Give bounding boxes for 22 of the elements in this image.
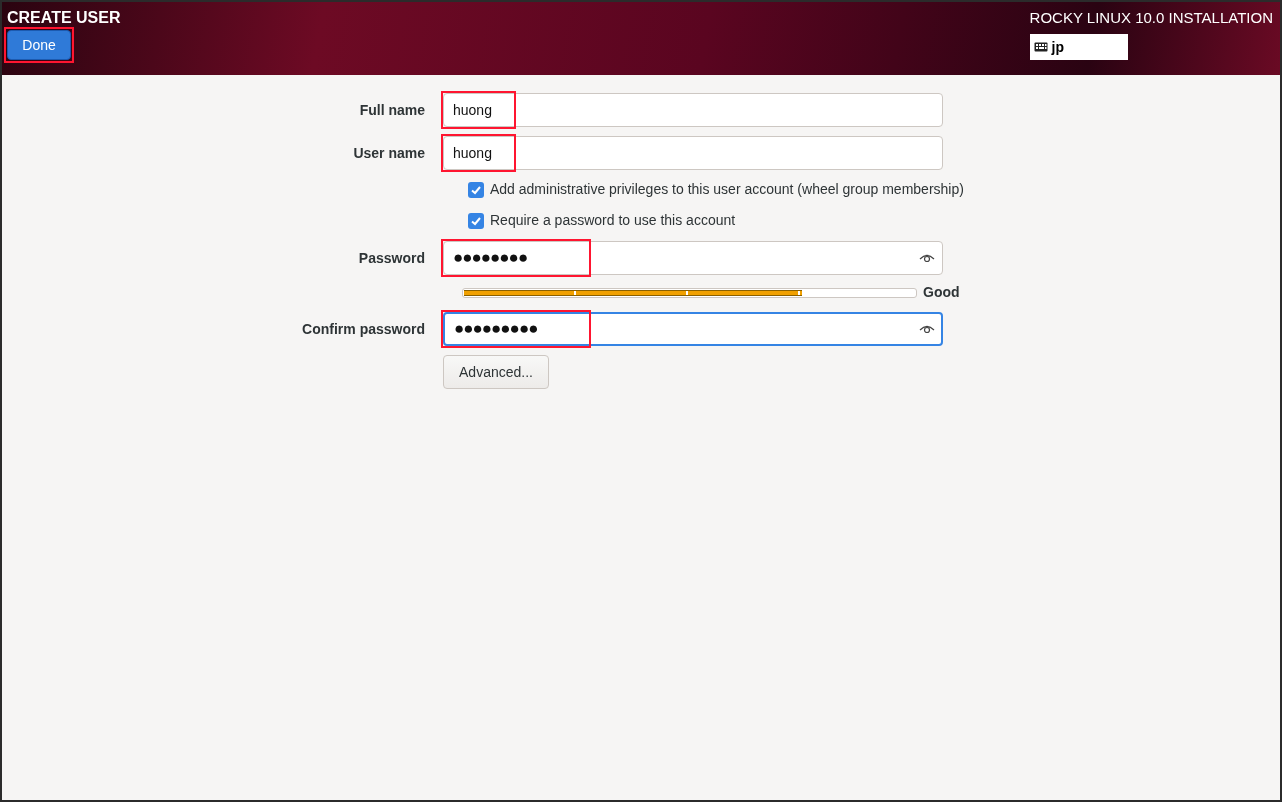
screen-title: CREATE USER xyxy=(7,8,121,28)
checkbox-label: Require a password to use this account xyxy=(490,211,736,230)
field-label: User name xyxy=(353,144,425,161)
product-title: ROCKY LINUX 10.0 INSTALLATION xyxy=(1029,8,1273,28)
done-button[interactable]: Done xyxy=(7,30,71,60)
field-label: Password xyxy=(358,249,425,266)
checkbox-label: Add administrative privileges to this user account (wheel group membership) xyxy=(490,180,964,199)
field-label: Full name xyxy=(359,101,425,118)
strength-label: Good xyxy=(923,283,960,302)
eye-icon[interactable] xyxy=(919,253,935,263)
eye-icon[interactable] xyxy=(919,324,935,334)
password-field[interactable]: ●●●●●●●●● xyxy=(443,312,943,346)
text-field[interactable]: huong xyxy=(443,136,943,170)
advanced-button[interactable]: Advanced... xyxy=(443,355,549,389)
keyboard-icon xyxy=(1033,42,1048,52)
text-field[interactable]: huong xyxy=(443,93,943,127)
keyboard-layout-label: jp xyxy=(1051,37,1065,57)
password-field[interactable]: ●●●●●●●● xyxy=(443,241,943,275)
checkbox[interactable] xyxy=(468,212,484,229)
checkbox[interactable] xyxy=(468,181,484,198)
field-label: Confirm password xyxy=(302,320,425,337)
keyboard-layout-indicator[interactable]: jp xyxy=(1029,34,1128,60)
